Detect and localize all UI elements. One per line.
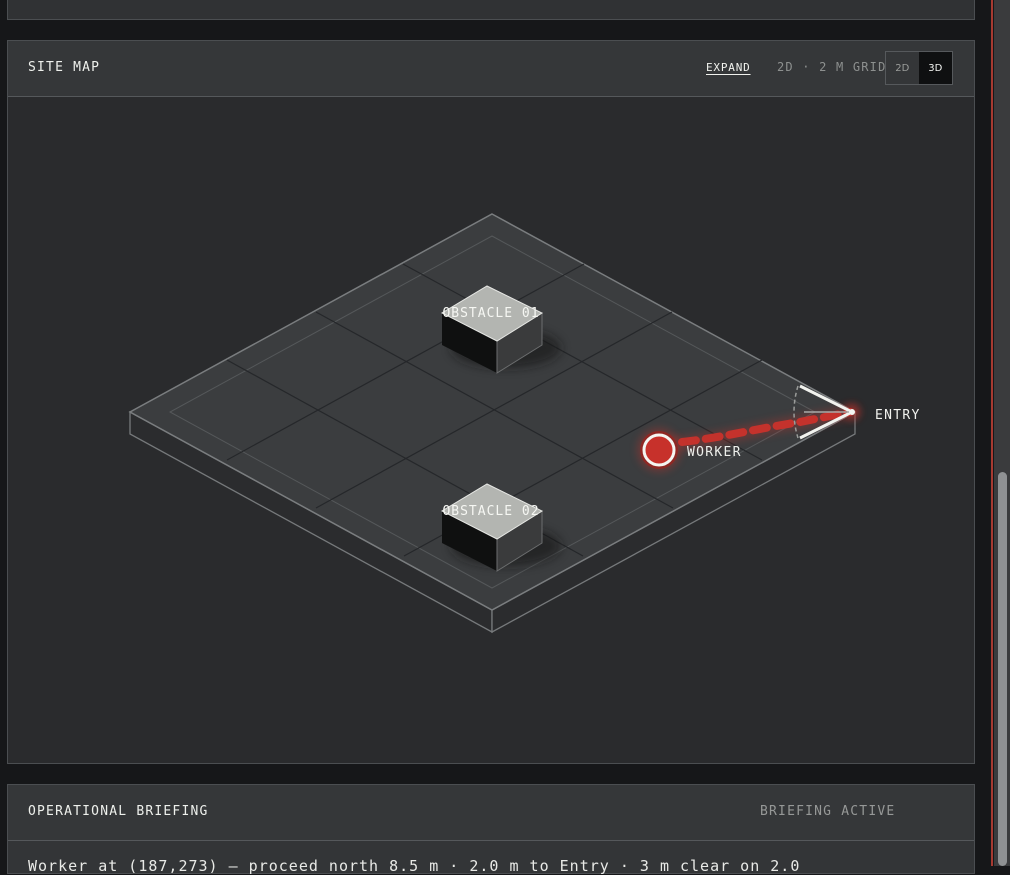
worker-label: WORKER: [687, 445, 742, 460]
obstacle-01-label: OBSTACLE 01: [442, 306, 539, 321]
scrollbar-thumb[interactable]: [998, 472, 1007, 866]
toggle-2d-button[interactable]: 2D: [886, 52, 919, 84]
operational-briefing-panel: OPERATIONAL BRIEFING BRIEFING ACTIVE Wor…: [7, 784, 975, 875]
entry-marker[interactable]: ENTRY: [793, 384, 921, 440]
site-map-panel: SITE MAP EXPAND 2D · 2 M GRID 2D 3D OBST…: [7, 40, 975, 764]
entry-label: ENTRY: [875, 408, 921, 423]
accent-divider: [991, 0, 993, 866]
briefing-status: BRIEFING ACTIVE: [760, 804, 896, 819]
view-toggle: 2D 3D: [885, 51, 953, 85]
toggle-3d-button[interactable]: 3D: [918, 52, 952, 84]
briefing-text: Worker at (187,273) — proceed north 8.5 …: [28, 857, 801, 875]
site-map-header: SITE MAP EXPAND 2D · 2 M GRID 2D 3D: [8, 41, 974, 97]
previous-panel: [7, 0, 975, 20]
briefing-header: OPERATIONAL BRIEFING BRIEFING ACTIVE: [8, 785, 974, 841]
site-map-canvas[interactable]: OBSTACLE 01 OBSTACLE 02 ENTRY WORKER: [8, 96, 974, 763]
grid-info: 2D · 2 M GRID: [777, 60, 887, 74]
obstacle-02-label: OBSTACLE 02: [442, 504, 539, 519]
isometric-map: OBSTACLE 01 OBSTACLE 02 ENTRY WORKER: [128, 213, 921, 634]
site-map-title: SITE MAP: [28, 60, 101, 75]
expand-button[interactable]: EXPAND: [706, 61, 751, 74]
briefing-title: OPERATIONAL BRIEFING: [28, 804, 209, 819]
